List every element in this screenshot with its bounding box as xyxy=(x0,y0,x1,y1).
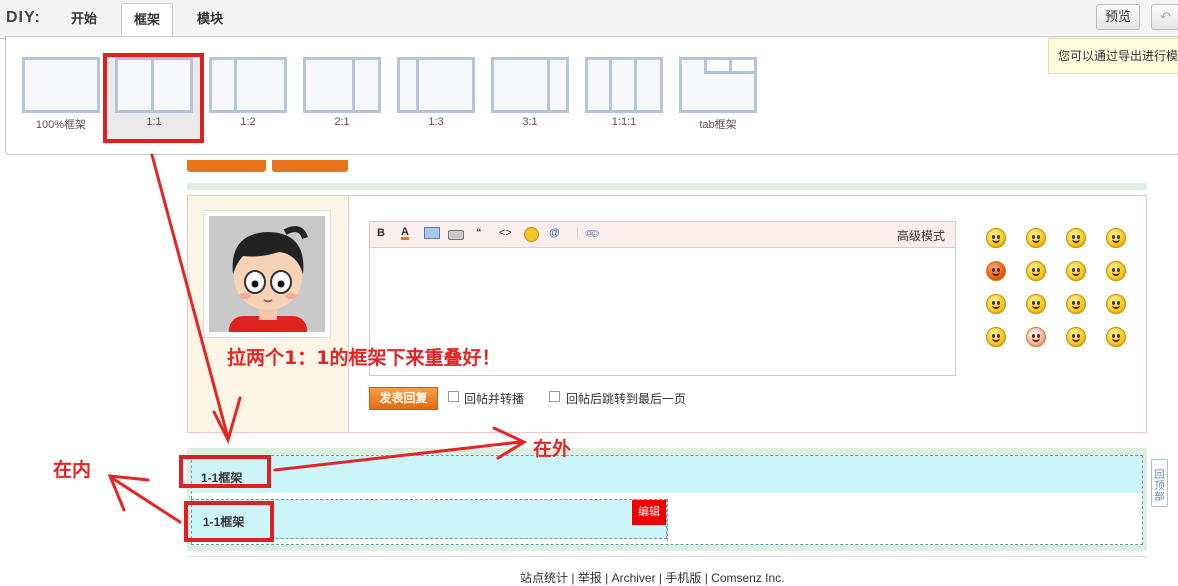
inner-annotation: 在内 xyxy=(53,459,92,481)
instruction-annotation: 拉两个1：1的框架下来重叠好！ xyxy=(227,347,501,369)
annotation-arrows xyxy=(107,153,528,524)
outer-annotation: 在外 xyxy=(533,438,572,460)
